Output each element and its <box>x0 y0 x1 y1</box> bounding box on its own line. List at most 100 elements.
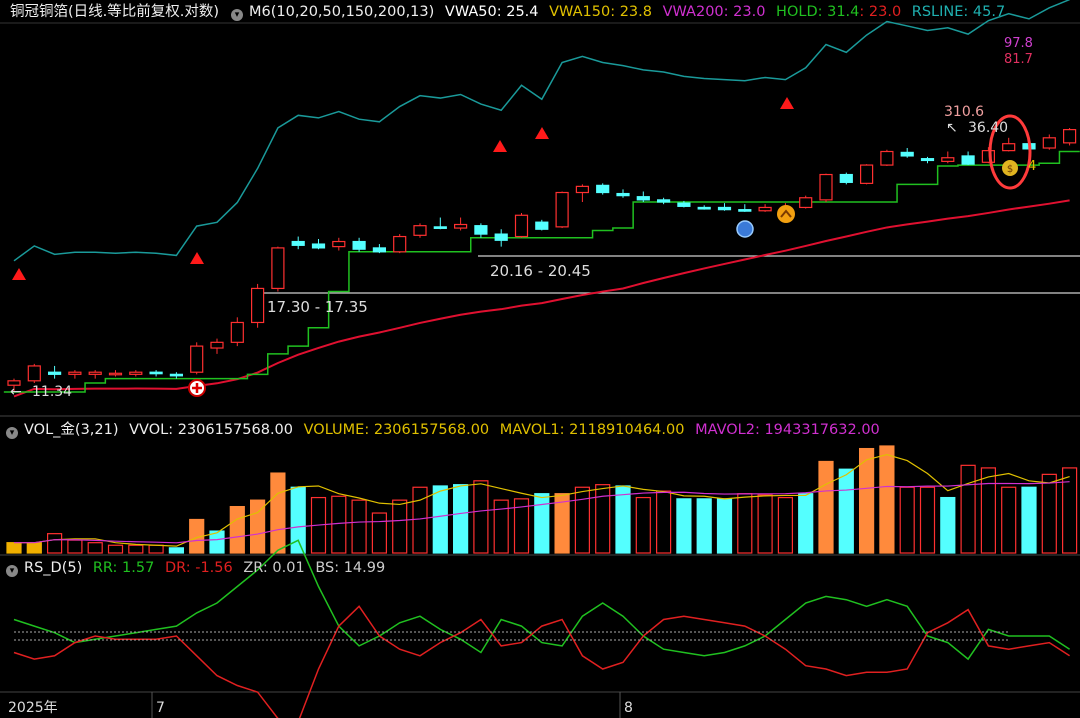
volume-bar <box>270 472 286 554</box>
volume-bar <box>940 496 956 554</box>
rsline-label: RSLINE: 45.7 <box>911 4 1006 20</box>
volume-bar <box>777 496 794 554</box>
range2-label: 20.16 - 20.45 <box>490 262 591 280</box>
stock-chart-canvas[interactable]: $ ← 11.34 17.30 - 17.35 20.16 - 20.45 31… <box>0 0 1080 718</box>
hold-label: HOLD: 31.4 <box>776 4 860 20</box>
candle-body <box>880 150 894 166</box>
volume-bar <box>1021 486 1037 554</box>
candle-body <box>575 185 590 194</box>
settings-dropdown-icon[interactable]: ▾ <box>231 9 244 21</box>
candle-body <box>961 155 975 165</box>
volume-bar <box>737 493 753 554</box>
candle-body <box>271 247 285 290</box>
candle-body <box>108 372 123 376</box>
zr-label: ZR: 0.01 <box>243 560 305 576</box>
candle-body <box>190 345 204 373</box>
x-axis-month-7: 7 <box>156 700 165 716</box>
vol-header: ▾ VOL_金(3,21) VVOL: 2306157568.00 VOLUME:… <box>0 419 886 441</box>
main-chart-header: 铜冠铜箔(日线.等比前复权.对数) ▾ M6(10,20,50,150,200,13… <box>10 1 1011 23</box>
candle-body <box>839 173 853 183</box>
candle-body <box>474 225 488 235</box>
candle-body <box>129 371 143 375</box>
volume-bar <box>67 539 83 554</box>
volume-bar <box>696 498 712 554</box>
volume-bar <box>1041 473 1057 554</box>
volume-bar <box>534 493 550 554</box>
volume-bar <box>371 512 387 554</box>
volume-bar <box>716 498 733 554</box>
candle-body <box>636 196 650 201</box>
rs-top2-label: 81.7 <box>1004 52 1033 67</box>
ma-label: M6(10,20,50,150,200,13) <box>249 4 435 20</box>
volume-label: VOLUME: 2306157568.00 <box>303 422 490 438</box>
candle-body <box>291 240 305 246</box>
volume-bar <box>757 494 773 554</box>
volume-bar <box>128 544 144 554</box>
candle-body <box>758 206 772 212</box>
volume-bar <box>798 493 814 554</box>
volume-bar <box>107 544 124 554</box>
candle-body <box>859 164 874 184</box>
volume-bar <box>574 486 591 554</box>
candle-body <box>149 371 163 375</box>
candle-body <box>169 373 183 377</box>
blue-ball-icon <box>736 220 754 238</box>
rs-header: ▾ RS_D(5) RR: 1.57 DR: -1.56 ZR: 0.01 BS:… <box>0 557 391 579</box>
candle-body <box>332 240 346 248</box>
triangle-marker-icon <box>190 252 204 264</box>
volume-bar <box>46 533 63 554</box>
candle-body <box>68 371 82 375</box>
candle-body <box>210 341 224 349</box>
rs-mid-label: 310.6 <box>944 104 984 120</box>
candle-body <box>941 157 955 162</box>
chevron-up-marker-icon <box>777 205 795 223</box>
candle-body <box>494 233 508 241</box>
candle-body <box>372 247 386 253</box>
rs-dropdown-icon[interactable]: ▾ <box>6 565 18 577</box>
volume-bar <box>818 460 834 554</box>
volume-bar <box>392 499 408 554</box>
triangle-marker-icon <box>493 140 507 152</box>
candle-body <box>1042 137 1056 149</box>
candle-body <box>555 191 569 228</box>
candle-body <box>88 371 102 375</box>
volume-bar <box>615 485 631 554</box>
volume-bar <box>453 484 469 554</box>
rs-title[interactable]: RS_D(5) <box>24 560 82 576</box>
candle-body <box>677 202 691 207</box>
candle-body <box>799 197 813 209</box>
vol-dropdown-icon[interactable]: ▾ <box>6 427 18 439</box>
candle-body <box>717 206 732 211</box>
rr-label: RR: 1.57 <box>92 560 155 576</box>
dr-line <box>13 605 1071 718</box>
candle-body <box>352 240 366 250</box>
volume-bar <box>980 467 997 554</box>
vvol-label: VVOL: 2306157568.00 <box>129 422 294 438</box>
volume-bar <box>473 480 489 554</box>
volume-bar <box>229 505 245 554</box>
x-axis-month-8: 8 <box>624 700 633 716</box>
candle-body <box>230 321 244 343</box>
candle-body <box>920 158 935 162</box>
candle-body <box>738 209 752 212</box>
bs-label: BS: 14.99 <box>315 560 386 576</box>
candle-body <box>454 223 468 229</box>
stock-title[interactable]: 铜冠铜箔(日线.等比前复权.对数) <box>10 4 219 20</box>
volume-bar <box>26 542 42 554</box>
candle-body <box>1002 143 1016 152</box>
x-axis-year: 2025年 <box>8 700 58 716</box>
triangle-marker-icon <box>780 97 794 109</box>
candle-body <box>413 225 427 236</box>
vol-title[interactable]: VOL_金(3,21) <box>24 422 119 438</box>
volume-bar <box>635 496 651 554</box>
candle-body <box>981 150 996 163</box>
vwa50-label: VWA50: 25.4 <box>444 4 539 20</box>
volume-bar <box>899 486 915 554</box>
vwa150-label: VWA150: 23.8 <box>549 4 652 20</box>
candle-body <box>251 287 265 324</box>
volume-bar <box>432 485 448 554</box>
svg-text:$: $ <box>1007 164 1013 175</box>
candle-body <box>433 226 447 229</box>
mavol1-label: MAVOL1: 2118910464.00 <box>499 422 685 438</box>
candle-body <box>697 206 711 210</box>
